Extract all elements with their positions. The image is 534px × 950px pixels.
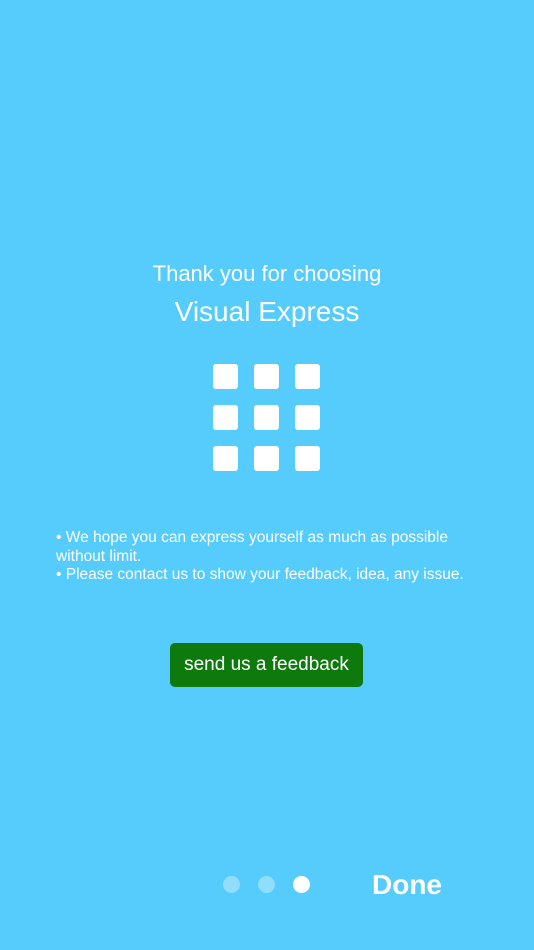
grid-cell (254, 405, 279, 430)
grid-cell (213, 405, 238, 430)
greeting-text: Thank you for choosing (152, 261, 382, 286)
onboarding-screen: Thank you for choosing Visual Express • … (0, 0, 534, 950)
page-indicator[interactable] (223, 876, 313, 894)
note-item: • We hope you can express yourself as mu… (56, 529, 448, 565)
grid-cell (213, 446, 238, 471)
page-dot-3[interactable] (293, 876, 310, 893)
notes-block: • We hope you can express yourself as mu… (56, 529, 486, 585)
page-dot-1[interactable] (223, 876, 240, 893)
grid-cell (213, 364, 238, 389)
grid-icon (213, 364, 321, 472)
grid-cell (254, 364, 279, 389)
page-dot-2[interactable] (258, 876, 275, 893)
done-button[interactable]: Done (360, 866, 454, 904)
grid-cell (254, 446, 279, 471)
app-name-title: Visual Express (174, 296, 360, 327)
note-item: • Please contact us to show your feedbac… (56, 566, 464, 583)
send-feedback-button[interactable]: send us a feedback (170, 643, 363, 687)
grid-cell (295, 405, 320, 430)
grid-cell (295, 364, 320, 389)
grid-cell (295, 446, 320, 471)
